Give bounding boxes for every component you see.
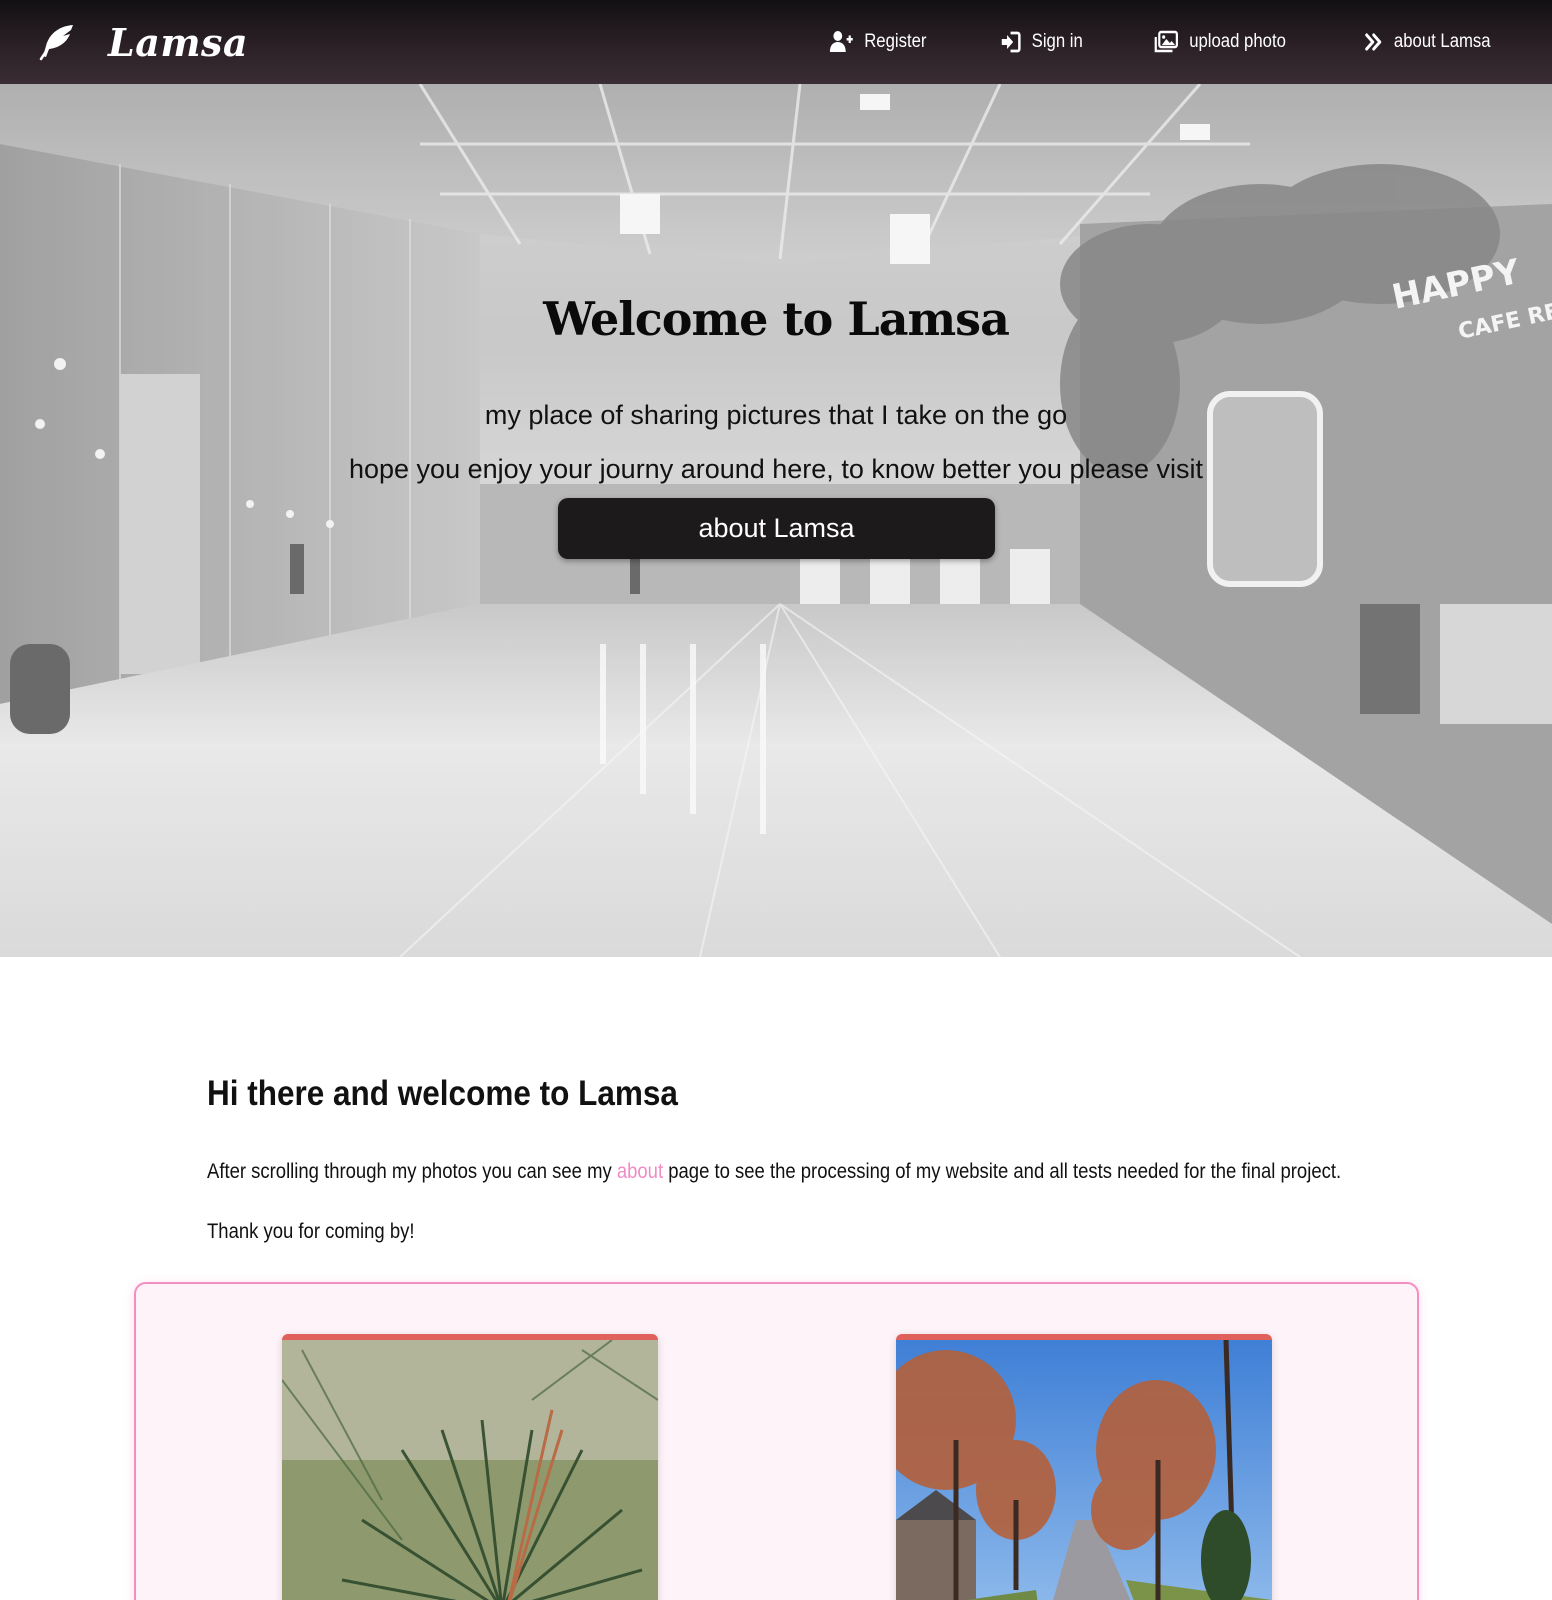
photo-card-pine[interactable] — [282, 1334, 658, 1600]
sign-in-icon — [1001, 31, 1021, 53]
nav-upload-link[interactable]: upload photo — [1154, 30, 1286, 54]
hero-tagline: my place of sharing pictures that I take… — [484, 400, 1068, 430]
intro-paragraph: After scrolling through my photos you ca… — [207, 1160, 1341, 1184]
top-navbar: Lamsa Register Sign in upload photo abou… — [0, 0, 1552, 84]
photo-gallery — [134, 1282, 1419, 1600]
hero-visit-text: hope you enjoy your journy around here, … — [348, 454, 1204, 484]
double-chevron-right-icon — [1365, 33, 1382, 51]
nav-register-label: Register — [864, 31, 927, 52]
brand[interactable]: Lamsa — [36, 20, 248, 65]
hero-content: Welcome to Lamsa my place of sharing pic… — [0, 84, 1552, 957]
intro-text-after: page to see the processing of my website… — [663, 1160, 1342, 1183]
images-icon — [1154, 30, 1179, 53]
about-lamsa-button[interactable]: about Lamsa — [558, 498, 995, 559]
intro-text-before: After scrolling through my photos you ca… — [207, 1160, 617, 1183]
intro-heading: Hi there and welcome to Lamsa — [207, 1074, 678, 1113]
pine-needles-photo — [282, 1340, 658, 1600]
nav-upload-label: upload photo — [1189, 31, 1287, 52]
thank-you-text: Thank you for coming by! — [207, 1220, 415, 1243]
nav-about-link[interactable]: about Lamsa — [1364, 31, 1491, 53]
user-plus-icon — [830, 31, 854, 52]
photo-card-street[interactable] — [896, 1334, 1272, 1600]
brand-name: Lamsa — [108, 19, 249, 65]
nav-signin-link[interactable]: Sign in — [1000, 31, 1083, 53]
hero-banner: HAPPY CAFE RE Welcome to Lamsa my place … — [0, 84, 1552, 957]
nav-about-label: about Lamsa — [1394, 31, 1491, 52]
feather-icon — [36, 21, 78, 63]
autumn-street-photo — [896, 1340, 1272, 1600]
nav-signin-label: Sign in — [1031, 31, 1083, 52]
about-page-link[interactable]: about — [617, 1160, 663, 1183]
nav-register-link[interactable]: Register — [829, 30, 927, 54]
hero-title: Welcome to Lamsa — [543, 292, 1010, 346]
nav-links: Register Sign in upload photo about Lams… — [769, 0, 1508, 84]
